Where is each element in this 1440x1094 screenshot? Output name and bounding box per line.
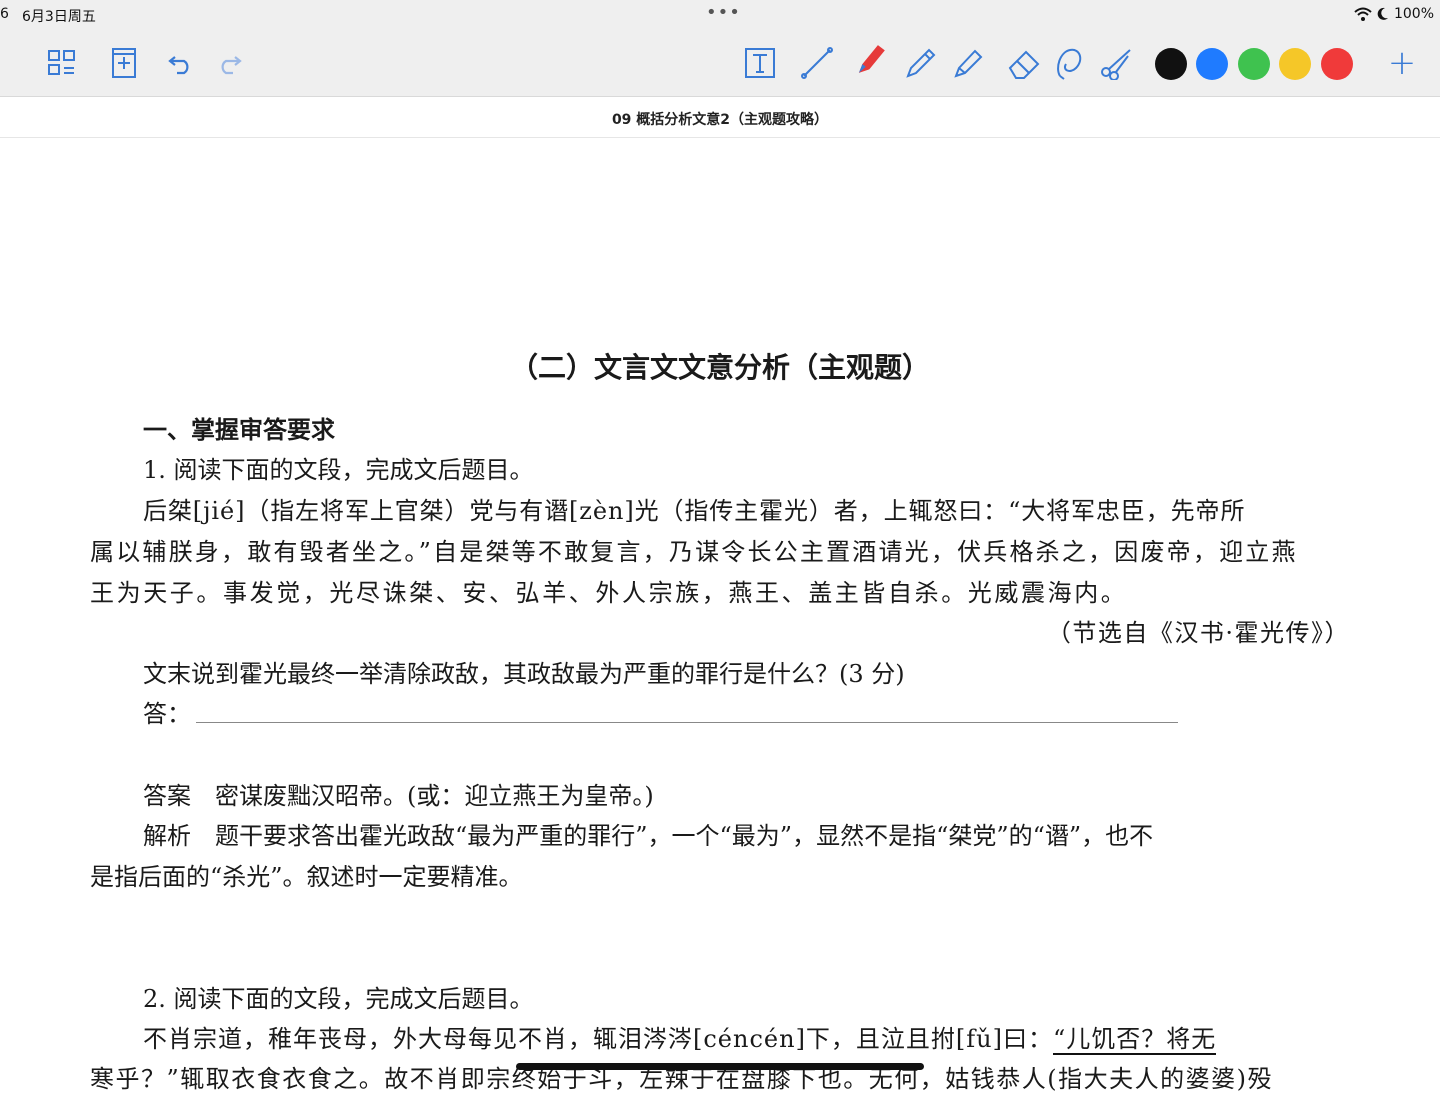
wifi-icon <box>1354 7 1372 21</box>
marker-icon[interactable] <box>852 40 890 78</box>
question1-text: 文末说到霍光最终一举清除政敌，其政敌最为严重的罪行是什么？(3 分) <box>143 660 905 688</box>
moon-icon <box>1377 7 1388 20</box>
redo-icon[interactable] <box>210 44 248 82</box>
subsection-title: 一、掌握审答要求 <box>143 415 335 444</box>
color-swatch-green[interactable] <box>1238 48 1270 80</box>
passage1-line2: 属以辅朕身，敢有毁者坐之。”自是桀等不敢复言，乃谋令长公主置酒请光，伏兵格杀之，… <box>90 538 1298 566</box>
status-right: 100% <box>1354 6 1434 22</box>
add-page-icon[interactable] <box>105 44 143 82</box>
toolbar: + <box>0 30 1440 97</box>
question1-intro: 1. 阅读下面的文段，完成文后题目。 <box>143 456 534 484</box>
answer-blank-line[interactable] <box>196 722 1178 723</box>
eraser-icon[interactable] <box>1005 44 1043 82</box>
multitasking-dots[interactable]: ••• <box>706 2 741 23</box>
add-tool-icon[interactable]: + <box>1383 43 1421 83</box>
lasso-icon[interactable] <box>1050 44 1088 82</box>
color-swatch-yellow[interactable] <box>1279 48 1311 80</box>
color-swatch-blue[interactable] <box>1196 48 1228 80</box>
status-time: 6 <box>0 6 9 22</box>
document-title-bar: 09 概括分析文意2（主观题攻略） <box>0 97 1440 138</box>
passage1-line1: 后桀[jié]（指左将军上官桀）党与有谮[zèn]光（指传主霍光）者，上辄怒曰：… <box>143 497 1246 525</box>
battery-percent: 100% <box>1393 6 1434 22</box>
answer-text: 答案 密谋废黜汉昭帝。(或：迎立燕王为皇帝。) <box>143 782 654 810</box>
status-date: 6月3日周五 <box>22 9 96 25</box>
status-bar: 6 6月3日周五 ••• 100% <box>0 0 1440 30</box>
highlighter-icon[interactable] <box>948 44 986 82</box>
text-tool-icon[interactable] <box>741 44 779 82</box>
answer-label: 答： <box>143 700 191 728</box>
analysis-line2: 是指后面的“杀光”。叙述时一定要精准。 <box>90 863 523 891</box>
line-tool-icon[interactable] <box>798 44 836 82</box>
document-title[interactable]: 09 概括分析文意2（主观题攻略） <box>612 109 828 129</box>
analysis-line1: 解析 题干要求答出霍光政敌“最为严重的罪行”，一个“最为”，显然不是指“桀党”的… <box>143 822 1154 850</box>
scissors-icon[interactable] <box>1097 44 1135 82</box>
passage1-source: （节选自《汉书·霍光传》） <box>1046 619 1350 647</box>
page-content: （二）文言文文意分析（主观题） 一、掌握审答要求 1. 阅读下面的文段，完成文后… <box>0 138 1440 1093</box>
grid-icon[interactable] <box>43 44 81 82</box>
color-swatch-red[interactable] <box>1321 48 1353 80</box>
color-swatch-black[interactable] <box>1155 48 1187 80</box>
horizontal-scrollbar[interactable] <box>516 1063 924 1070</box>
passage2-line1: 不肖宗道，稚年丧母，外大母每见不肖，辄泪涔涔[céncén]下，且泣且拊[fǔ]… <box>143 1019 1217 1055</box>
question2-intro: 2. 阅读下面的文段，完成文后题目。 <box>143 985 534 1013</box>
section-heading: （二）文言文文意分析（主观题） <box>509 351 930 384</box>
undo-icon[interactable] <box>162 44 200 82</box>
passage2-line1-text: 不肖宗道，稚年丧母，外大母每见不肖，辄泪涔涔[céncén]下，且泣且拊[fǔ]… <box>143 1025 1053 1053</box>
passage1-line3: 王为天子。事发觉，光尽诛桀、安、弘羊、外人宗族，燕王、盖主皆自杀。光威震海内。 <box>90 579 1128 607</box>
pencil-icon[interactable] <box>902 44 940 82</box>
passage2-underlined: “儿饥否？将无 <box>1053 1025 1217 1055</box>
